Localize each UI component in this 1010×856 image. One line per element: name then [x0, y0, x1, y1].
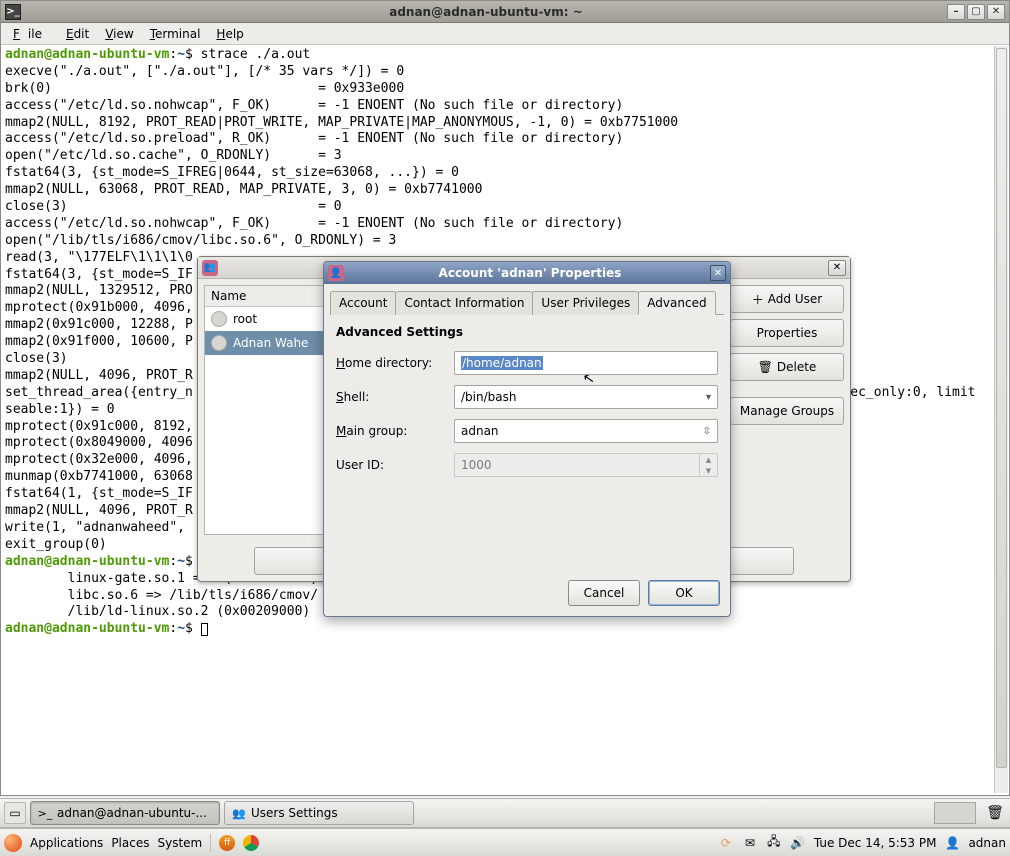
menu-applications[interactable]: Applications [30, 836, 103, 850]
trash-icon: 🗑 [758, 360, 773, 374]
chevron-updown-icon: ⇳ [703, 426, 711, 437]
tab-account[interactable]: Account [330, 291, 396, 315]
section-title: Advanced Settings [336, 325, 718, 339]
spinner-up-icon: ▲ [700, 454, 717, 465]
gnome-panel: Applications Places System ff ⟳ ✉ 🖧 🔊 Tu… [0, 828, 1010, 856]
volume-icon[interactable]: 🔊 [790, 835, 806, 851]
task-button[interactable]: 👥Users Settings [224, 801, 414, 825]
group-label: Main group: [336, 424, 454, 438]
tab-privileges[interactable]: User Privileges [532, 291, 639, 315]
task-icon: 👥 [231, 805, 247, 821]
menu-file[interactable]: File [5, 25, 58, 43]
terminal-icon: >_ [5, 4, 21, 20]
workspace-switcher[interactable] [934, 802, 976, 824]
avatar-icon [211, 311, 227, 327]
window-list-panel: ▭ >_adnan@adnan-ubuntu-...👥Users Setting… [0, 798, 1010, 828]
spinner-down-icon: ▼ [700, 465, 717, 476]
user-icon: 👤 [328, 265, 344, 281]
tab-contact[interactable]: Contact Information [395, 291, 533, 315]
scrollbar[interactable] [994, 46, 1008, 793]
close-button[interactable]: ✕ [987, 4, 1005, 20]
network-icon[interactable]: 🖧 [766, 835, 782, 851]
task-button[interactable]: >_adnan@adnan-ubuntu-... [30, 801, 220, 825]
chevron-down-icon: ▾ [706, 392, 711, 403]
plus-icon: ＋ [752, 291, 764, 308]
users-close-button[interactable]: ✕ [828, 260, 846, 276]
menu-view[interactable]: View [97, 25, 141, 43]
properties-button[interactable]: Properties [730, 319, 844, 347]
scrollbar-thumb[interactable] [996, 48, 1007, 768]
trash-icon[interactable]: 🗑 [984, 802, 1006, 824]
user-label[interactable]: adnan [968, 836, 1006, 850]
show-desktop-button[interactable]: ▭ [4, 802, 26, 824]
user-menu-icon[interactable]: 👤 [944, 835, 960, 851]
tabs: Account Contact Information User Privile… [330, 290, 724, 315]
main-group-combo[interactable]: adnan ⇳ [454, 419, 718, 443]
update-icon[interactable]: ⟳ [718, 835, 734, 851]
shell-combo[interactable]: /bin/bash ▾ [454, 385, 718, 409]
add-user-button[interactable]: ＋Add User [730, 285, 844, 313]
chrome-icon[interactable] [243, 835, 259, 851]
menu-system[interactable]: System [157, 836, 202, 850]
account-properties-dialog: 👤 Account 'adnan' Properties ✕ Account C… [323, 261, 731, 617]
mail-icon[interactable]: ✉ [742, 835, 758, 851]
maximize-button[interactable]: ▢ [967, 4, 985, 20]
firefox-icon[interactable]: ff [219, 835, 235, 851]
uid-label: User ID: [336, 458, 454, 472]
ubuntu-logo-icon[interactable] [4, 834, 22, 852]
window-title: adnan@adnan-ubuntu-vm: ~ [27, 5, 945, 19]
manage-groups-button[interactable]: Manage Groups [730, 397, 844, 425]
cancel-button[interactable]: Cancel [568, 580, 640, 606]
minimize-button[interactable]: – [947, 4, 965, 20]
users-icon: 👥 [202, 260, 218, 276]
home-directory-input[interactable]: /home/adnan [454, 351, 718, 375]
delete-user-button[interactable]: 🗑Delete [730, 353, 844, 381]
menu-places[interactable]: Places [111, 836, 149, 850]
props-titlebar: 👤 Account 'adnan' Properties ✕ [324, 262, 730, 284]
task-icon: >_ [37, 805, 53, 821]
props-title: Account 'adnan' Properties [350, 266, 710, 280]
shell-label: Shell: [336, 390, 454, 404]
avatar-icon [211, 335, 227, 351]
menu-edit[interactable]: Edit [58, 25, 97, 43]
props-close-button[interactable]: ✕ [710, 265, 726, 281]
tab-advanced[interactable]: Advanced [638, 291, 715, 315]
menu-terminal[interactable]: Terminal [142, 25, 209, 43]
home-label: Home directory: [336, 356, 454, 370]
ok-button[interactable]: OK [648, 580, 720, 606]
user-id-spinner: 1000 ▲▼ [454, 453, 718, 477]
menubar: File Edit View Terminal Help [1, 23, 1009, 45]
clock[interactable]: Tue Dec 14, 5:53 PM [814, 836, 937, 850]
menu-help[interactable]: Help [208, 25, 251, 43]
titlebar: >_ adnan@adnan-ubuntu-vm: ~ – ▢ ✕ [1, 1, 1009, 23]
